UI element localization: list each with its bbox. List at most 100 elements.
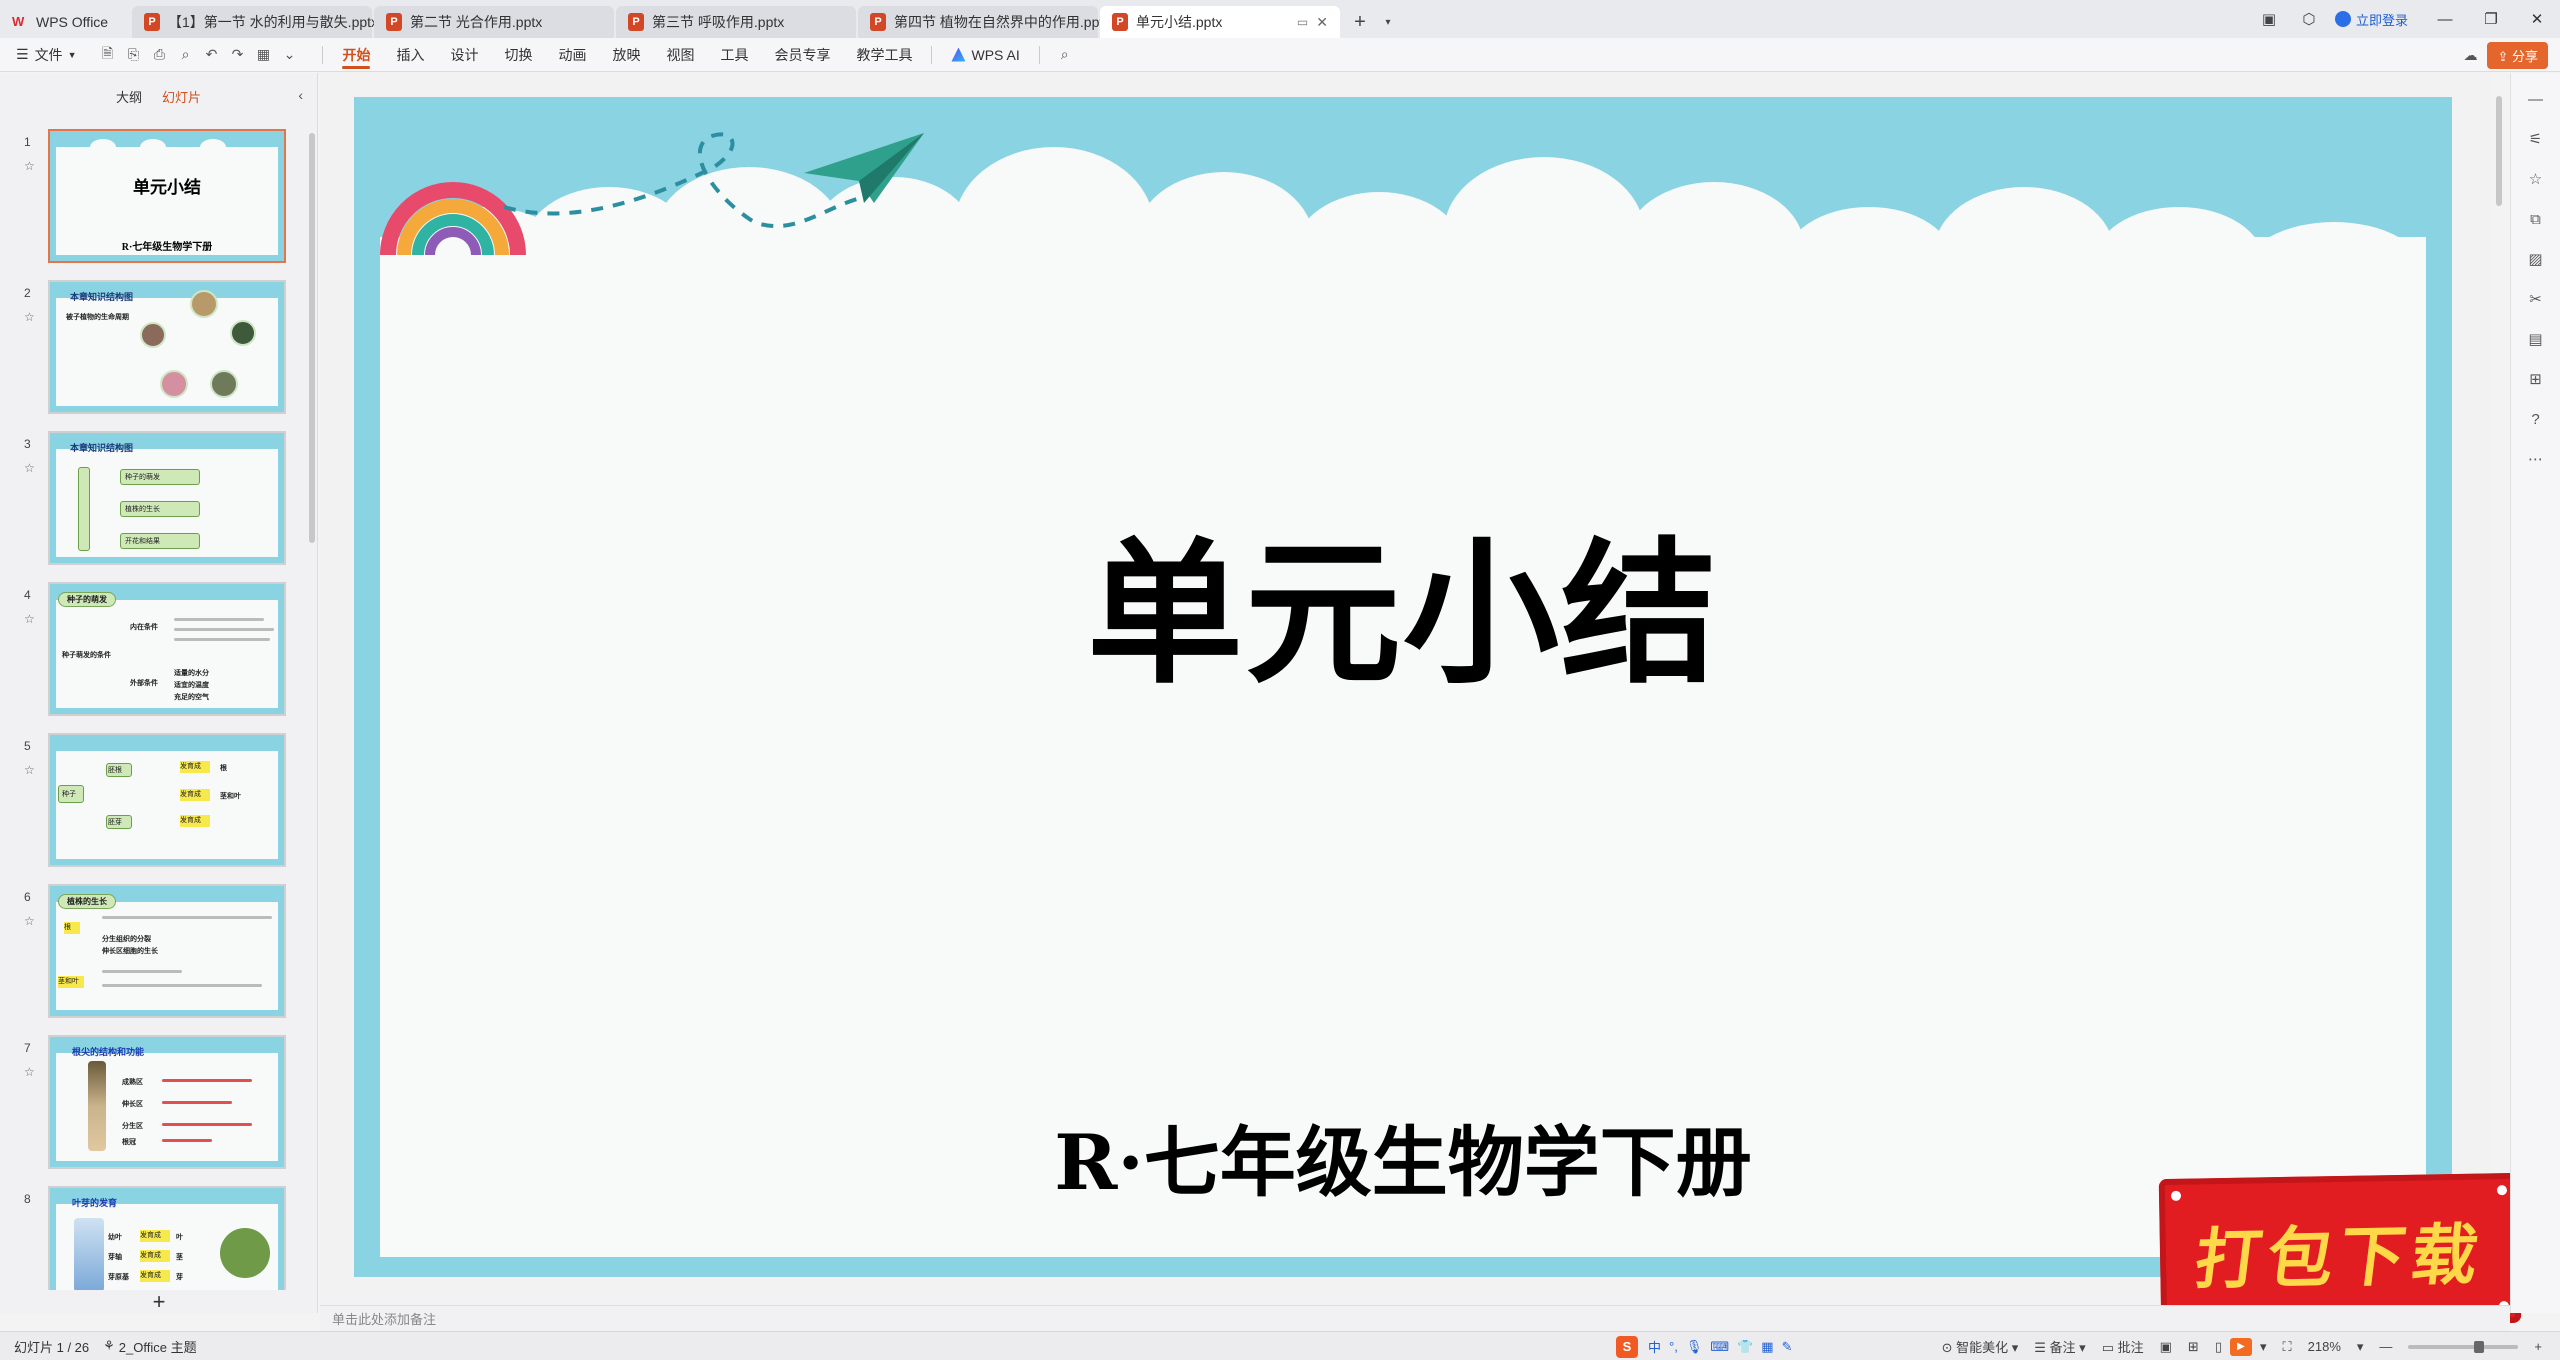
undo-icon[interactable]: ↶ bbox=[198, 42, 224, 68]
star-icon[interactable]: ☆ bbox=[24, 310, 35, 324]
star-icon[interactable]: ☆ bbox=[24, 914, 35, 928]
thumbnail-row[interactable]: 4 ☆ 种子的萌发 种子萌发的条件 内在条件 外部条件 适量的水分 适宜的温度 … bbox=[0, 582, 300, 724]
keyboard-icon[interactable]: ⌨ bbox=[1710, 1339, 1729, 1355]
notes-area[interactable]: 单击此处添加备注 bbox=[320, 1305, 2510, 1331]
minimize-button[interactable]: — bbox=[2422, 0, 2468, 38]
slide-thumbnail-8[interactable]: 叶芽的发育 幼叶 芽轴 芽原基 发育成 发育成 发育成 叶 茎 芽 bbox=[48, 1186, 286, 1290]
zoom-slider[interactable] bbox=[2408, 1340, 2519, 1353]
star-icon[interactable]: ☆ bbox=[24, 159, 35, 173]
cube-icon[interactable]: ⬡ bbox=[2289, 0, 2329, 38]
star-icon[interactable]: ☆ bbox=[24, 763, 35, 777]
ribbon-tab-transition[interactable]: 切换 bbox=[491, 38, 545, 72]
slide-subtitle[interactable]: R·七年级生物学下册 bbox=[354, 1101, 2452, 1211]
theme-name[interactable]: ⚘ 2_Office 主题 bbox=[103, 1337, 196, 1356]
canvas-scrollbar[interactable] bbox=[2496, 96, 2502, 206]
zoom-out-button[interactable]: — bbox=[2379, 1339, 2392, 1354]
screen-icon[interactable]: ▭ bbox=[1297, 15, 1308, 29]
tab-slides[interactable]: 幻灯片 bbox=[162, 87, 201, 106]
print-icon[interactable]: ⎙ bbox=[146, 42, 172, 68]
template-icon[interactable]: ⊞ bbox=[2520, 363, 2552, 395]
slide-thumbnail-5[interactable]: 种子 胚根 胚芽 发育成 发育成 发育成 根 茎和叶 bbox=[48, 733, 286, 867]
slide-thumbnail-7[interactable]: 根尖的结构和功能 成熟区 伸长区 分生区 根冠 bbox=[48, 1035, 286, 1169]
slide-thumbnail-2[interactable]: 本章知识结构图 被子植物的生命周期 bbox=[48, 280, 286, 414]
copy-icon[interactable]: ⧉ bbox=[2520, 203, 2552, 235]
thumbnail-row[interactable]: 7 ☆ 根尖的结构和功能 成熟区 伸长区 分生区 根冠 bbox=[0, 1035, 300, 1177]
ribbon-tab-member[interactable]: 会员专享 bbox=[761, 38, 843, 72]
slide-thumbnail-6[interactable]: 植株的生长 根 茎和叶 分生组织的分裂 伸长区细胞的生长 bbox=[48, 884, 286, 1018]
tab-document-4[interactable]: P 第四节 植物在自然界中的作用.pptx bbox=[858, 6, 1110, 38]
window-layout-icon[interactable]: ▣ bbox=[2249, 0, 2289, 38]
close-window-button[interactable]: ✕ bbox=[2514, 0, 2560, 38]
zoom-level[interactable]: 218% bbox=[2308, 1339, 2341, 1354]
ribbon-tab-design[interactable]: 设计 bbox=[437, 38, 491, 72]
star-icon[interactable]: ☆ bbox=[24, 461, 35, 475]
adjust-icon[interactable]: ⚟ bbox=[2520, 123, 2552, 155]
share-button[interactable]: ⇪ 分享 bbox=[2487, 41, 2548, 69]
book-icon[interactable]: ▤ bbox=[2520, 323, 2552, 355]
help-icon[interactable]: ? bbox=[2520, 403, 2552, 435]
tab-document-1[interactable]: P 【1】第一节 水的利用与散失.pptx bbox=[132, 6, 378, 38]
thumbnail-scrollbar[interactable] bbox=[309, 133, 315, 543]
zoom-in-button[interactable]: + bbox=[2534, 1339, 2542, 1354]
thumbnail-row[interactable]: 1 ☆ 单元小结 R·七年级生物学下册 bbox=[0, 129, 300, 271]
tab-document-active[interactable]: P 单元小结.pptx ▭ ✕ bbox=[1100, 6, 1340, 38]
reading-view-icon[interactable]: ▯ bbox=[2215, 1339, 2222, 1355]
tab-document-2[interactable]: P 第二节 光合作用.pptx bbox=[374, 6, 614, 38]
ribbon-tab-tools[interactable]: 工具 bbox=[707, 38, 761, 72]
close-tab-icon[interactable]: ✕ bbox=[1316, 14, 1328, 31]
brush-icon[interactable]: ✎ bbox=[1782, 1339, 1793, 1355]
thumbnail-row[interactable]: 3 ☆ 本章知识结构图 种子的萌发 植株的生长 开花和结果 bbox=[0, 431, 300, 573]
ribbon-tab-slideshow[interactable]: 放映 bbox=[599, 38, 653, 72]
ribbon-tab-insert[interactable]: 插入 bbox=[383, 38, 437, 72]
star-icon[interactable]: ☆ bbox=[2520, 163, 2552, 195]
microphone-icon[interactable]: 🎙 bbox=[1686, 1339, 1703, 1355]
file-menu-button[interactable]: ☰ 文件 ▼ bbox=[16, 45, 76, 65]
add-slide-button[interactable]: + bbox=[0, 1289, 318, 1315]
zoom-slider-knob[interactable] bbox=[2474, 1340, 2485, 1353]
play-slideshow-button[interactable]: ▶ bbox=[2229, 1337, 2252, 1356]
tab-list-chevron-icon[interactable]: ▾ bbox=[1378, 6, 1398, 38]
thumbnail-row[interactable]: 6 ☆ 植株的生长 根 茎和叶 分生组织的分裂 伸长区细胞的生长 bbox=[0, 884, 300, 1026]
ribbon-tab-view[interactable]: 视图 bbox=[653, 38, 707, 72]
tab-document-3[interactable]: P 第三节 呼吸作用.pptx bbox=[616, 6, 856, 38]
ribbon-tab-home[interactable]: 开始 bbox=[329, 38, 383, 72]
sogou-ime-icon[interactable]: S bbox=[1616, 1335, 1638, 1358]
login-button[interactable]: 立即登录 bbox=[2334, 10, 2408, 29]
more-icon[interactable]: ⋯ bbox=[2520, 443, 2552, 475]
new-tab-button[interactable]: + bbox=[1342, 6, 1378, 38]
redo-icon[interactable]: ↷ bbox=[224, 42, 250, 68]
ime-language[interactable]: 中 bbox=[1648, 1337, 1661, 1356]
minimize-panel-icon[interactable]: — bbox=[2520, 83, 2552, 115]
export-icon[interactable]: ⎘ bbox=[120, 42, 146, 68]
slide-thumbnail-4[interactable]: 种子的萌发 种子萌发的条件 内在条件 外部条件 适量的水分 适宜的温度 充足的空… bbox=[48, 582, 286, 716]
thumbnail-row[interactable]: 2 ☆ 本章知识结构图 被子植物的生命周期 bbox=[0, 280, 300, 422]
current-slide[interactable]: 单元小结 R·七年级生物学下册 bbox=[354, 97, 2452, 1277]
smart-beautify-button[interactable]: ⊙ 智能美化 ▾ bbox=[1942, 1337, 2019, 1356]
tab-outline[interactable]: 大纲 bbox=[116, 87, 142, 106]
ribbon-tab-wps-ai[interactable]: WPS AI bbox=[938, 38, 1032, 72]
notes-toggle-button[interactable]: ☰ 备注 ▾ bbox=[2034, 1337, 2085, 1356]
slide-thumbnail-3[interactable]: 本章知识结构图 种子的萌发 植株的生长 开花和结果 bbox=[48, 431, 286, 565]
chevron-down-icon[interactable]: ▾ bbox=[2357, 1339, 2364, 1355]
tools-icon[interactable]: ✂ bbox=[2520, 283, 2552, 315]
skin-icon[interactable]: 👕 bbox=[1737, 1339, 1753, 1355]
slide-thumbnail-1[interactable]: 单元小结 R·七年级生物学下册 bbox=[48, 129, 286, 263]
slide-sorter-icon[interactable]: ⊞ bbox=[2188, 1339, 2199, 1355]
thumbnail-row[interactable]: 8 叶芽的发育 幼叶 芽轴 芽原基 发育成 发育成 发育成 叶 茎 芽 bbox=[0, 1186, 300, 1290]
fit-window-icon[interactable]: ⛶ bbox=[2283, 1339, 2292, 1355]
print-preview-icon[interactable]: ⌕ bbox=[172, 42, 198, 68]
chevron-down-icon[interactable]: ▾ bbox=[2260, 1339, 2267, 1355]
slide-title[interactable]: 单元小结 bbox=[354, 487, 2452, 713]
star-icon[interactable]: ☆ bbox=[24, 1065, 35, 1079]
more-chevron-icon[interactable]: ⌄ bbox=[276, 42, 302, 68]
cloud-sync-icon[interactable]: ☁ bbox=[2463, 47, 2477, 64]
save-icon[interactable]: 🗎 bbox=[94, 42, 120, 68]
punctuation-icon[interactable]: °, bbox=[1669, 1339, 1678, 1354]
tab-wps-home[interactable]: W WPS Office bbox=[0, 6, 130, 38]
search-icon[interactable]: ⌕ bbox=[1052, 42, 1078, 68]
ribbon-tab-animation[interactable]: 动画 bbox=[545, 38, 599, 72]
normal-view-icon[interactable]: ▣ bbox=[2160, 1339, 2172, 1355]
ribbon-tab-teaching-tools[interactable]: 教学工具 bbox=[843, 38, 925, 72]
toolbox-icon[interactable]: ▦ bbox=[1761, 1339, 1773, 1355]
star-icon[interactable]: ☆ bbox=[24, 612, 35, 626]
